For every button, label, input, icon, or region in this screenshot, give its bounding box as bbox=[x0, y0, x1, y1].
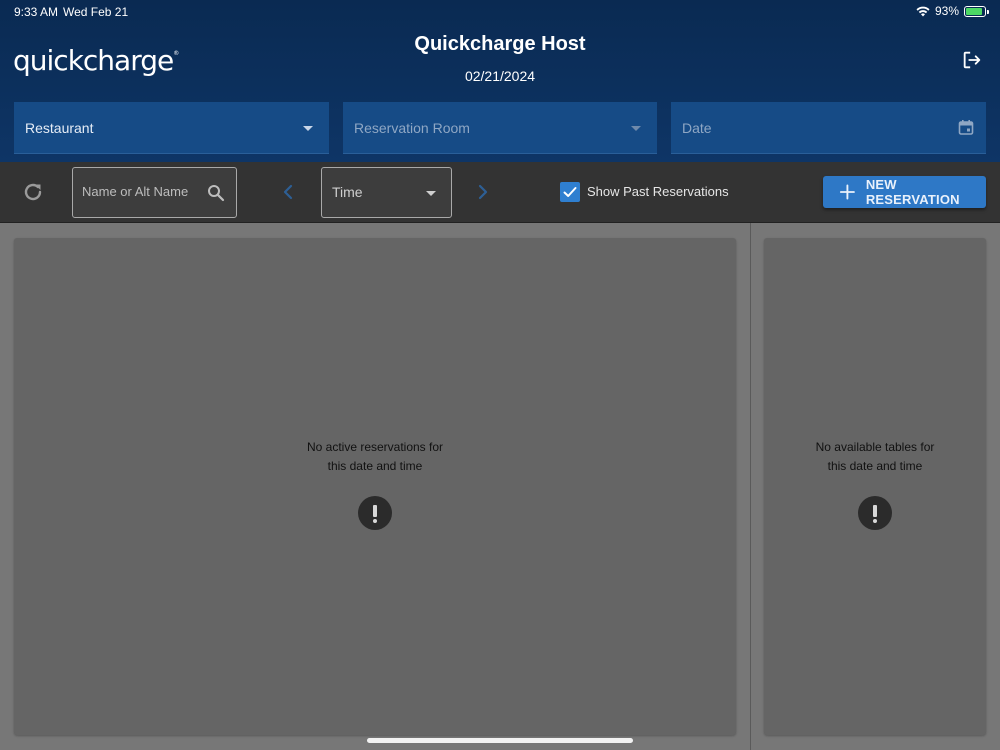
plus-icon bbox=[839, 184, 855, 200]
previous-time-button[interactable] bbox=[276, 180, 300, 204]
status-time: 9:33 AM bbox=[14, 5, 59, 19]
restaurant-select-label: Restaurant bbox=[25, 120, 94, 136]
show-past-checkbox[interactable] bbox=[560, 182, 580, 202]
logout-icon bbox=[963, 51, 981, 69]
reservations-empty-line1: No active reservations for bbox=[306, 440, 444, 454]
reservations-empty-line2: this date and time bbox=[327, 459, 423, 473]
logout-button[interactable] bbox=[958, 46, 986, 74]
chevron-down-icon bbox=[426, 191, 436, 196]
time-select-label: Time bbox=[332, 184, 363, 200]
exclamation-dot bbox=[873, 519, 877, 523]
tables-empty-message: No available tables for this date and ti… bbox=[764, 438, 986, 476]
tables-empty-line2: this date and time bbox=[827, 459, 923, 473]
panel-divider bbox=[750, 223, 751, 750]
app-header: 9:33 AM Wed Feb 21 93% quickcharge® Quic… bbox=[0, 0, 1000, 162]
status-bar: 9:33 AM Wed Feb 21 93% bbox=[0, 0, 1000, 24]
status-date: Wed Feb 21 bbox=[63, 5, 129, 19]
search-field[interactable] bbox=[72, 167, 237, 218]
home-indicator[interactable] bbox=[367, 738, 633, 743]
next-time-button[interactable] bbox=[471, 180, 495, 204]
tables-panel: No available tables for this date and ti… bbox=[764, 238, 986, 735]
reservations-panel: No active reservations for this date and… bbox=[14, 238, 736, 735]
reservation-room-select-label: Reservation Room bbox=[354, 120, 470, 136]
reservations-empty-message: No active reservations for this date and… bbox=[14, 438, 736, 476]
page-title: Quickcharge Host bbox=[414, 33, 586, 55]
date-field[interactable]: Date bbox=[671, 102, 986, 154]
show-past-label[interactable]: Show Past Reservations bbox=[587, 184, 729, 199]
calendar-icon[interactable] bbox=[958, 119, 974, 135]
reservation-room-select[interactable]: Reservation Room bbox=[343, 102, 657, 154]
chevron-down-icon bbox=[631, 126, 641, 131]
refresh-icon[interactable] bbox=[21, 180, 45, 204]
tables-empty-line1: No available tables for bbox=[815, 440, 935, 454]
header-date: 02/21/2024 bbox=[464, 68, 536, 84]
exclamation-dot bbox=[373, 519, 377, 523]
toolbar: Time Show Past Reservations NEW RESERVAT… bbox=[0, 162, 1000, 223]
exclamation-bar bbox=[373, 505, 377, 517]
battery-percent: 93% bbox=[934, 4, 959, 18]
time-select[interactable]: Time bbox=[321, 167, 452, 218]
exclamation-icon bbox=[358, 496, 392, 530]
search-icon[interactable] bbox=[207, 184, 225, 202]
exclamation-bar bbox=[873, 505, 877, 517]
wifi-icon bbox=[916, 6, 930, 17]
chevron-down-icon bbox=[303, 126, 313, 131]
status-right: 93% bbox=[916, 4, 989, 18]
restaurant-select[interactable]: Restaurant bbox=[14, 102, 329, 154]
new-reservation-button[interactable]: NEW RESERVATION bbox=[823, 176, 986, 208]
search-input[interactable] bbox=[82, 184, 202, 199]
battery-fill bbox=[966, 7, 982, 15]
new-reservation-label: NEW RESERVATION bbox=[865, 177, 960, 207]
exclamation-icon bbox=[858, 496, 892, 530]
date-field-label: Date bbox=[682, 120, 712, 136]
battery-icon bbox=[964, 5, 989, 17]
checkmark-icon bbox=[563, 187, 577, 197]
